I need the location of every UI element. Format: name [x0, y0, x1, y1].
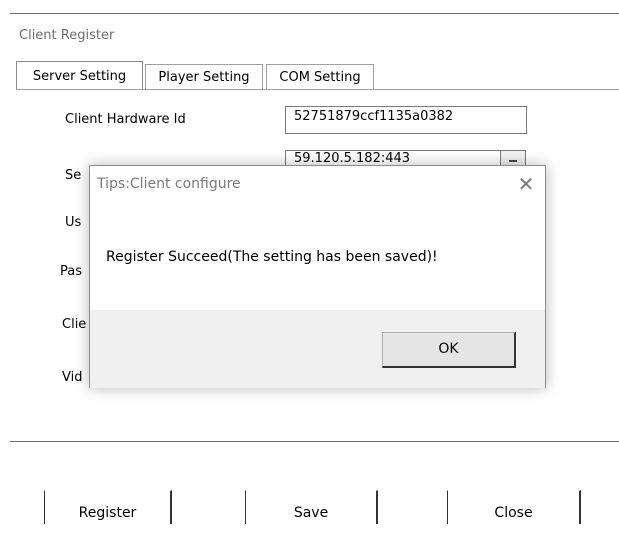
close-icon[interactable]: ✕ [516, 174, 536, 194]
window-title: Client Register [19, 28, 115, 43]
register-button[interactable]: Register [44, 490, 172, 524]
client-label: Clie [62, 317, 87, 332]
dialog-title: Tips:Client configure [97, 176, 241, 192]
save-button[interactable]: Save [245, 490, 378, 524]
server-address-label: Se [65, 168, 82, 183]
video-label: Vid [62, 370, 83, 385]
password-label: Pas [60, 264, 82, 279]
window-top-divider [10, 13, 619, 14]
close-button[interactable]: Close [447, 490, 581, 524]
tab-panel-border [16, 89, 619, 90]
tips-dialog: Tips:Client configure ✕ Register Succeed… [89, 165, 546, 388]
tab-player-setting[interactable]: Player Setting [145, 64, 263, 89]
dialog-footer: OK [90, 310, 545, 388]
hardware-id-field[interactable]: 52751879ccf1135a0382 [285, 106, 527, 134]
dialog-message: Register Succeed(The setting has been sa… [106, 249, 438, 265]
user-label: Us [65, 215, 82, 230]
bottom-divider [10, 441, 619, 442]
hardware-id-label: Client Hardware Id [65, 112, 186, 127]
tab-server-setting[interactable]: Server Setting [16, 61, 143, 90]
ok-button[interactable]: OK [382, 332, 516, 368]
tab-com-setting[interactable]: COM Setting [266, 64, 374, 89]
